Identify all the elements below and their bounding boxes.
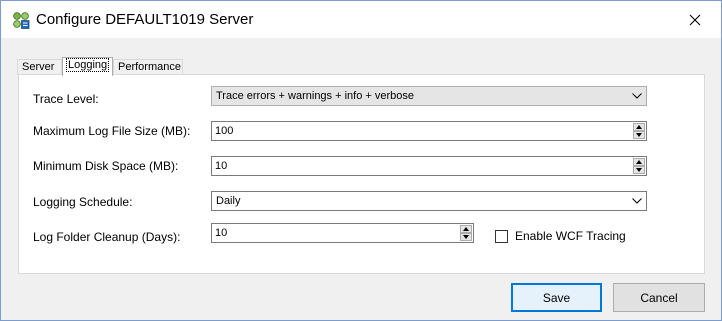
logging-schedule-value: Daily: [216, 195, 241, 207]
title-bar: Configure DEFAULT1019 Server: [1, 1, 721, 38]
min-disk-space-down-button[interactable]: [633, 166, 645, 174]
checkbox-box[interactable]: [495, 229, 508, 243]
wcf-tracing-checkbox[interactable]: Enable WCF Tracing: [495, 229, 626, 243]
save-button-label: Save: [542, 290, 571, 305]
max-log-size-stepper: [211, 121, 647, 141]
window-title: Configure DEFAULT1019 Server: [36, 11, 254, 28]
trace-level-value: Trace errors + warnings + info + verbose: [216, 90, 414, 102]
tab-performance-label: Performance: [118, 61, 181, 73]
configure-server-dialog: Configure DEFAULT1019 Server Server Logg…: [0, 0, 722, 321]
wcf-tracing-label: Enable WCF Tracing: [515, 229, 626, 243]
min-disk-space-up-button[interactable]: [633, 158, 645, 166]
max-log-size-input[interactable]: [212, 122, 646, 140]
log-cleanup-stepper: [211, 223, 474, 243]
chevron-down-icon: [632, 192, 642, 210]
log-cleanup-label: Log Folder Cleanup (Days):: [33, 230, 181, 244]
min-disk-space-input[interactable]: [212, 157, 646, 175]
trace-level-select[interactable]: Trace errors + warnings + info + verbose: [211, 86, 647, 106]
max-log-size-up-button[interactable]: [633, 123, 645, 131]
server-config-icon: [12, 11, 30, 29]
arrow-down-icon: [636, 133, 642, 137]
logging-schedule-select[interactable]: Daily: [211, 191, 647, 211]
arrow-up-icon: [463, 227, 469, 231]
tab-logging[interactable]: Logging: [62, 57, 113, 76]
log-cleanup-up-button[interactable]: [460, 225, 472, 233]
arrow-down-icon: [636, 168, 642, 172]
arrow-down-icon: [463, 235, 469, 239]
save-button[interactable]: Save: [511, 283, 602, 312]
cancel-button[interactable]: Cancel: [613, 283, 705, 312]
max-log-size-down-button[interactable]: [633, 131, 645, 139]
log-cleanup-input[interactable]: [212, 224, 473, 242]
min-disk-space-label: Minimum Disk Space (MB):: [33, 159, 179, 173]
arrow-up-icon: [636, 125, 642, 129]
trace-level-label: Trace Level:: [33, 92, 99, 106]
logging-schedule-label: Logging Schedule:: [33, 195, 133, 209]
tab-server-label: Server: [22, 61, 55, 73]
max-log-size-label: Maximum Log File Size (MB):: [33, 124, 191, 138]
tab-server[interactable]: Server: [17, 59, 62, 75]
cancel-button-label: Cancel: [640, 290, 678, 305]
log-cleanup-down-button[interactable]: [460, 233, 472, 241]
min-disk-space-stepper: [211, 156, 647, 176]
tab-performance[interactable]: Performance: [113, 59, 183, 75]
tab-logging-label: Logging: [65, 58, 110, 72]
close-icon: [689, 14, 701, 26]
chevron-down-icon: [632, 87, 642, 105]
arrow-up-icon: [636, 160, 642, 164]
close-button[interactable]: [679, 7, 711, 33]
